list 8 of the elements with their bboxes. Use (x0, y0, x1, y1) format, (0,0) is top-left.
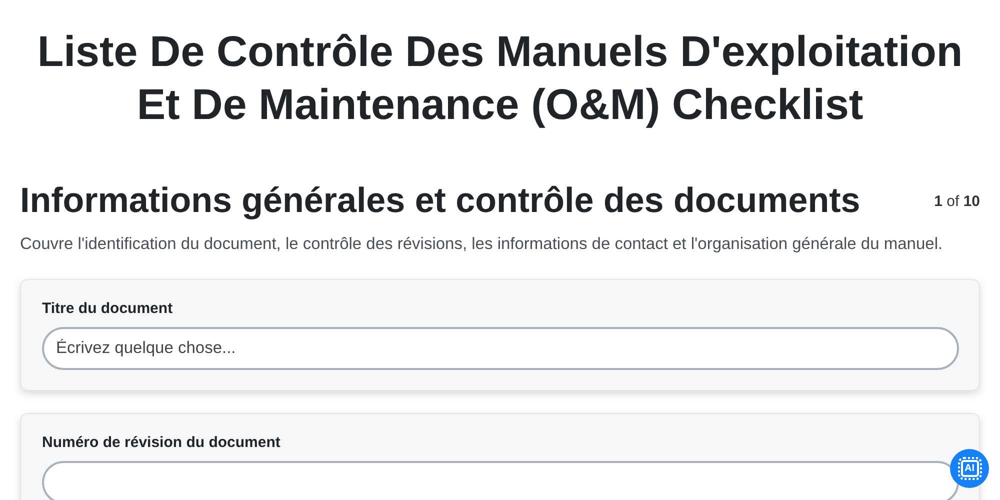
section-description: Couvre l'identification du document, le contrôle des révisions, les informations de contact et l'organisation générale du manuel. (20, 234, 944, 255)
page-counter: 1 of 10 (934, 192, 980, 210)
text-field[interactable]: Écrivez quelque chose... (42, 327, 959, 370)
section-heading: Informations générales et contrôle des documents (20, 180, 860, 222)
field-label: Titre du document (42, 300, 174, 317)
field-label: Numéro de révision du document (42, 434, 282, 451)
page-title: Liste De Contrôle Des Manuels D'exploitation Et De Maintenance (O&M) Checklist (36, 27, 964, 131)
text-field[interactable] (42, 461, 959, 500)
